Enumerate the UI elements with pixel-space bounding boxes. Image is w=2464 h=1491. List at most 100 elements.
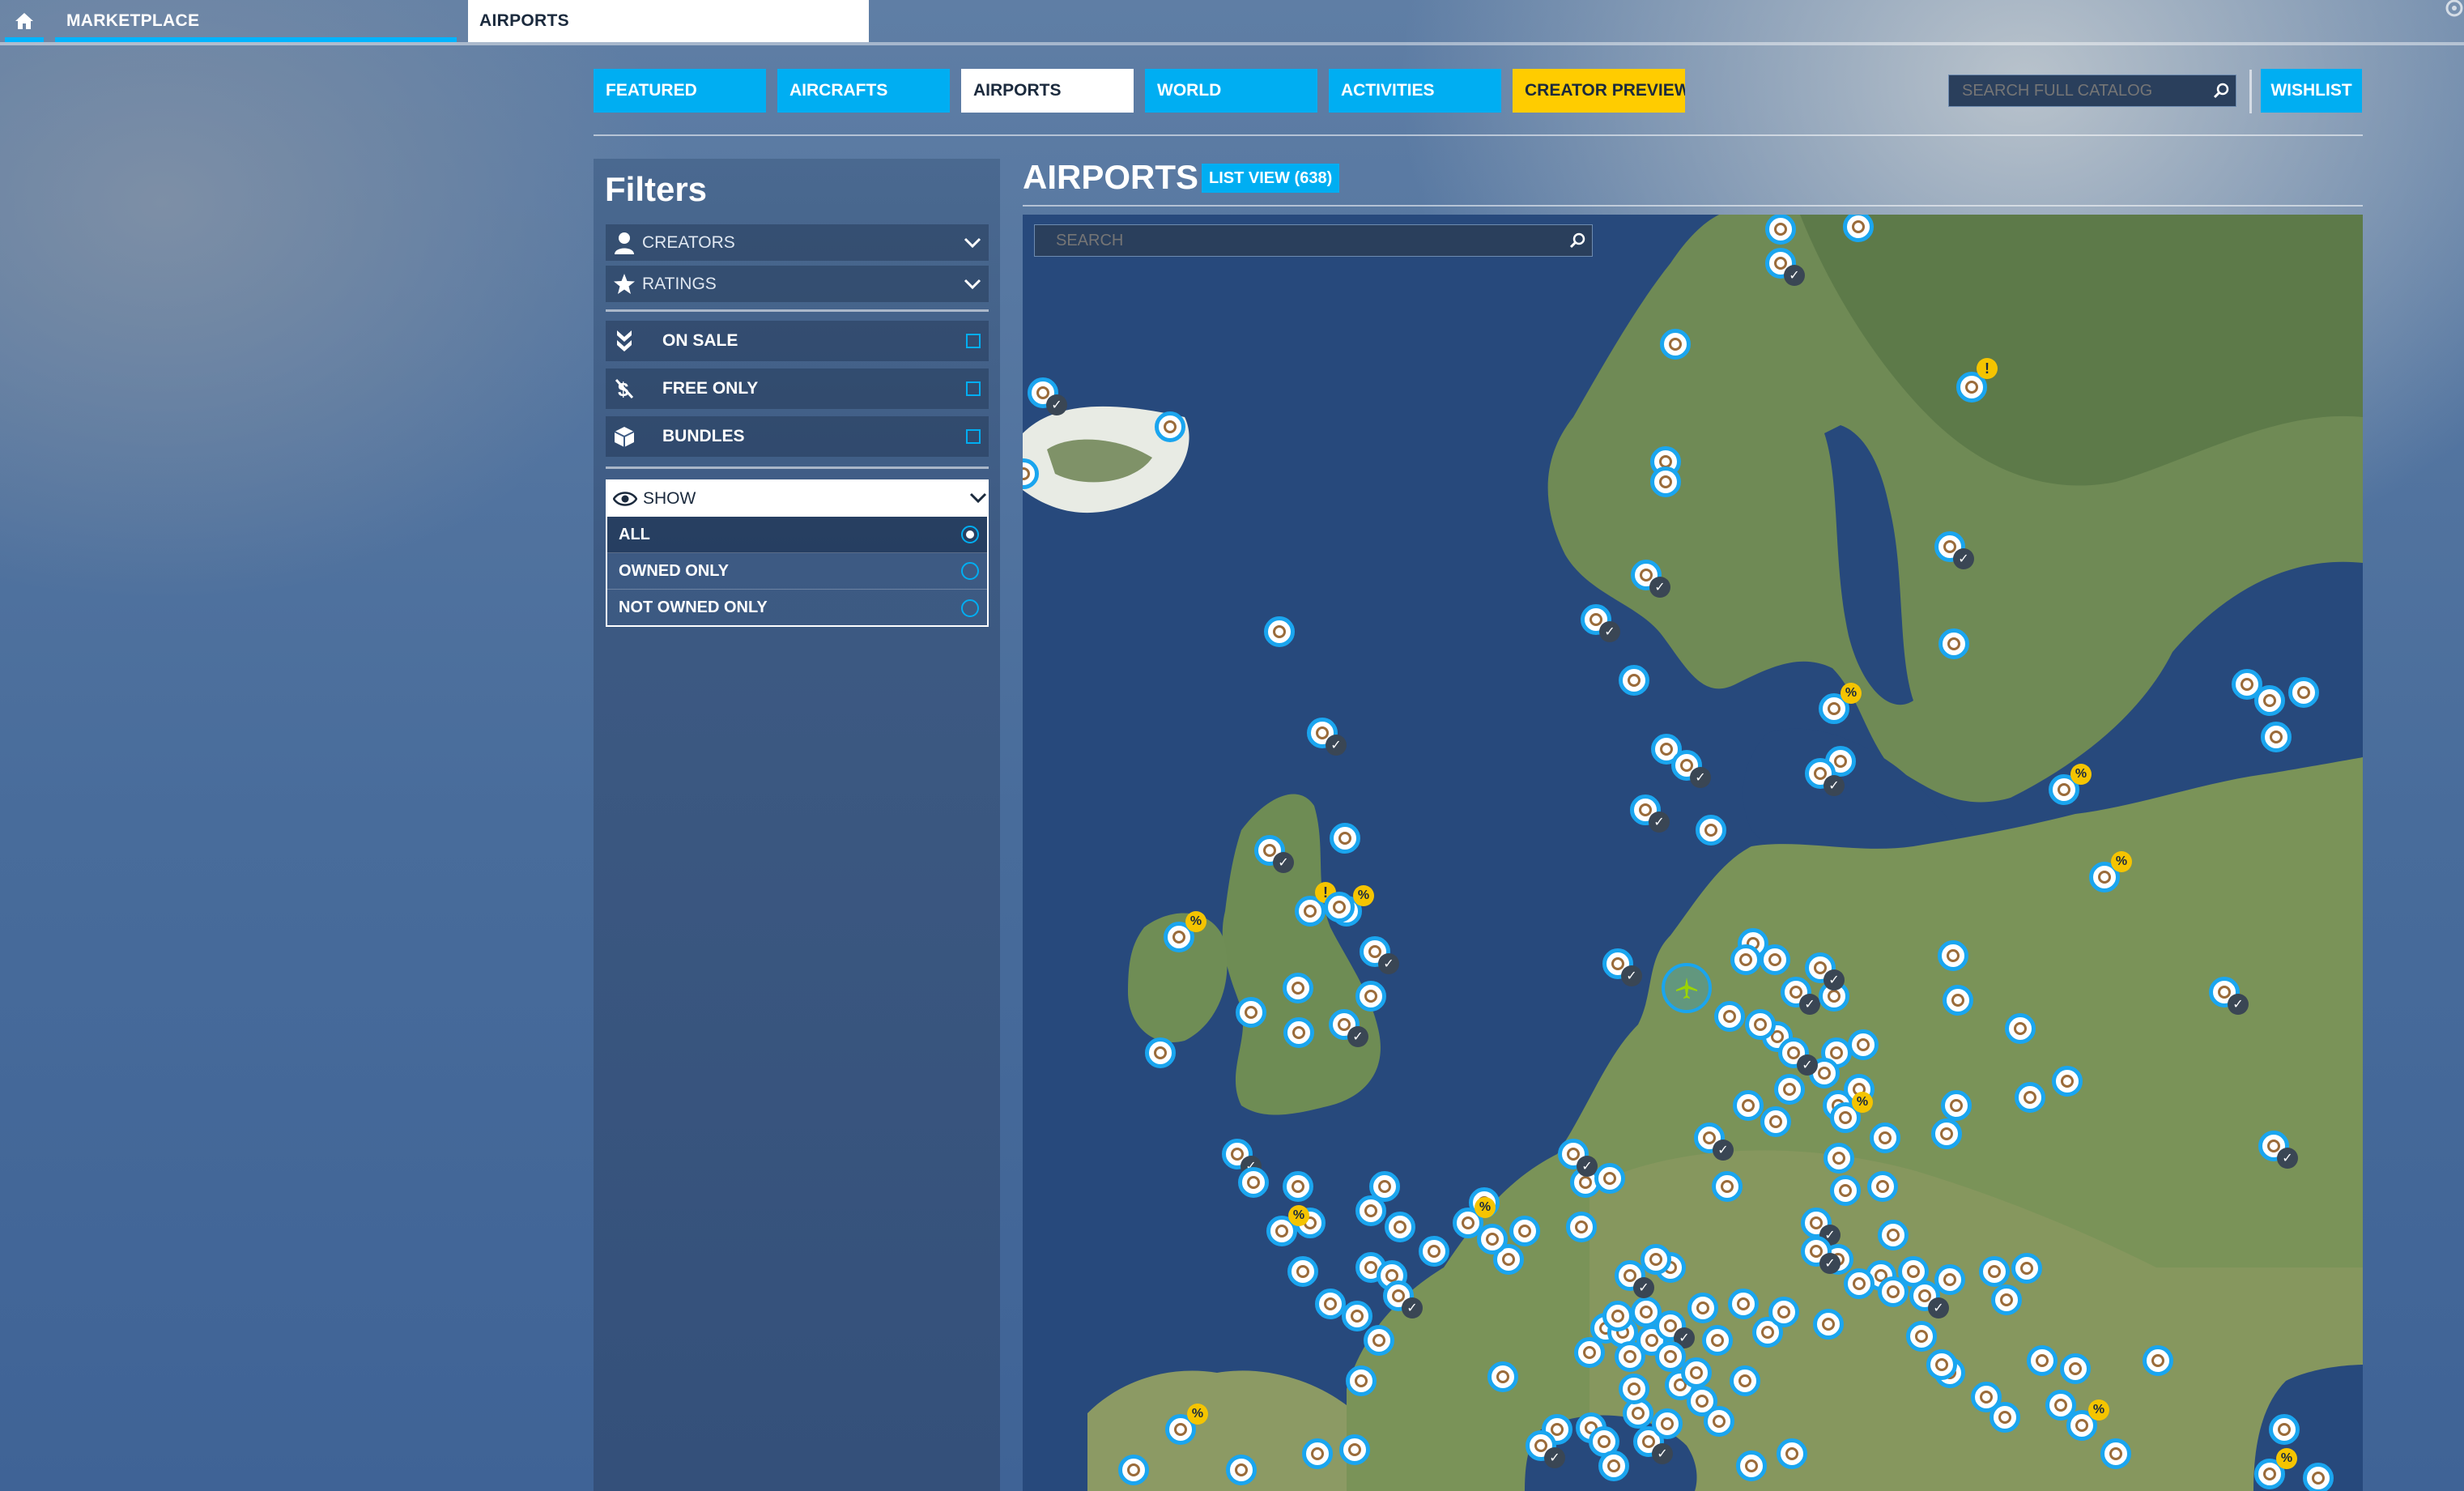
airport-pin[interactable]: ✓ (1781, 977, 1820, 1015)
airport-pin[interactable]: ✓ (1254, 835, 1294, 873)
airport-pin[interactable]: ✓ (1694, 1123, 1734, 1161)
airport-pin[interactable]: % (1164, 911, 1206, 952)
airport-pin[interactable] (1906, 1321, 1937, 1352)
airport-pin[interactable] (1870, 1123, 1900, 1153)
airport-pin[interactable] (2005, 1013, 2036, 1044)
airport-pin[interactable] (2269, 1414, 2300, 1445)
catalog-search-input[interactable] (1949, 80, 2207, 101)
map-search-input[interactable] (1035, 230, 1563, 251)
airport-pin[interactable] (1760, 1106, 1791, 1137)
airport-pin[interactable] (1145, 1037, 1176, 1068)
airport-pin[interactable]: ✓ (1602, 948, 1642, 986)
wishlist-button[interactable]: WISHLIST (2261, 69, 2362, 113)
nav-creator-preview[interactable]: CREATOR PREVIEW (1513, 69, 1685, 113)
airport-pin[interactable] (1704, 1406, 1734, 1437)
airport-pin[interactable] (2060, 1353, 2091, 1384)
free-only-filter[interactable]: $ FREE ONLY (606, 368, 989, 409)
airport-pin[interactable] (2254, 685, 2285, 716)
airport-pin[interactable] (1760, 944, 1790, 975)
airport-pin[interactable] (1878, 1220, 1909, 1250)
airport-pin[interactable] (1774, 1074, 1805, 1105)
airport-pin[interactable]: ✓ (1329, 1009, 1368, 1047)
airport-pin[interactable] (1655, 1341, 1686, 1372)
airports-map[interactable]: ✓!✓✓✓✓✓%%✓%✓✓✓%!%✓✓✓✓✓✓✓✓%✓✓✓✓%%%✓%✓%✓✓✓… (1023, 215, 2363, 1491)
airport-pin[interactable] (1660, 329, 1691, 360)
airport-pin[interactable] (1702, 1325, 1733, 1356)
airport-pin[interactable]: ✓ (1631, 560, 1670, 598)
airport-pin[interactable] (1650, 466, 1681, 497)
airport-pin[interactable] (1238, 1167, 1269, 1198)
airport-pin[interactable] (1777, 1438, 1807, 1469)
airport-pin[interactable] (1287, 1256, 1318, 1287)
airport-pin[interactable] (2143, 1345, 2173, 1376)
airport-pin[interactable] (1509, 1216, 1540, 1246)
airport-pin[interactable] (1641, 1244, 1671, 1275)
airport-pin[interactable] (1768, 1297, 1799, 1327)
airport-pin[interactable] (1696, 815, 1726, 846)
search-icon[interactable] (2207, 76, 2236, 105)
airport-pin[interactable] (1687, 1293, 1718, 1323)
airport-pin[interactable] (1681, 1357, 1712, 1388)
airport-pin[interactable] (1934, 1264, 1965, 1295)
airport-pin[interactable]: ✓ (1028, 377, 1067, 415)
airport-pin[interactable] (1736, 1451, 1767, 1481)
search-icon[interactable] (1563, 226, 1592, 255)
airport-pin[interactable]: % (2049, 764, 2092, 805)
free-only-checkbox[interactable] (966, 381, 981, 396)
airport-pin[interactable] (1315, 1289, 1346, 1319)
airport-pin[interactable] (1355, 1195, 1386, 1226)
airport-pin[interactable] (1844, 1268, 1875, 1299)
airport-pin[interactable] (1385, 1212, 1415, 1242)
list-view-button[interactable]: LIST VIEW (638) (1202, 164, 1340, 193)
airport-pin[interactable]: ! (1956, 358, 1998, 403)
airport-pin[interactable]: ✓ (1801, 1236, 1841, 1274)
airport-pin[interactable]: ✓ (2258, 1131, 2298, 1169)
airport-pin[interactable] (1342, 1301, 1372, 1331)
airport-pin[interactable]: % (2254, 1448, 2297, 1489)
on-sale-checkbox[interactable] (966, 334, 981, 348)
airport-pin[interactable]: ✓ (1805, 758, 1845, 796)
airport-pin[interactable]: ✓ (1558, 1139, 1598, 1177)
airport-pin[interactable] (2027, 1345, 2058, 1376)
airport-pin[interactable] (1824, 1143, 1854, 1174)
airports-breadcrumb-tab[interactable]: AIRPORTS (468, 0, 869, 42)
airport-pin[interactable] (1652, 1408, 1683, 1439)
airport-pin[interactable] (1745, 1009, 1776, 1040)
airport-pin[interactable]: ✓ (1615, 1260, 1654, 1298)
airport-pin[interactable] (2303, 1463, 2334, 1491)
airport-pin[interactable]: % (1819, 683, 1862, 724)
bundles-checkbox[interactable] (966, 429, 981, 444)
airport-pin[interactable] (1283, 973, 1313, 1003)
creators-dropdown[interactable]: CREATORS (606, 224, 989, 261)
airport-pin[interactable]: % (1165, 1404, 1208, 1445)
nav-activities[interactable]: ACTIVITIES (1329, 69, 1501, 113)
airport-pin[interactable]: % (1266, 1205, 1309, 1246)
airport-pin[interactable]: ✓ (2209, 977, 2249, 1015)
airport-pin[interactable]: ! (1295, 882, 1336, 927)
airport-pin[interactable]: % (2089, 851, 2132, 892)
airport-pin[interactable] (1477, 1224, 1508, 1255)
airport-pin[interactable] (1339, 1434, 1370, 1465)
airport-pin[interactable]: ✓ (1526, 1430, 1565, 1468)
airport-pin[interactable] (1487, 1361, 1518, 1392)
airport-pin[interactable] (1364, 1325, 1394, 1356)
settings-icon[interactable] (2432, 0, 2464, 24)
airport-pin[interactable] (1938, 940, 1968, 971)
airport-pin[interactable]: ✓ (1360, 936, 1399, 974)
map-search[interactable] (1034, 224, 1593, 257)
airport-pin[interactable] (1355, 981, 1386, 1012)
catalog-search[interactable] (1948, 75, 2236, 107)
airport-pin[interactable] (1733, 1090, 1764, 1121)
airport-pin[interactable]: ✓ (1778, 1037, 1818, 1076)
airport-pin[interactable]: ✓ (1307, 718, 1347, 756)
airport-pin[interactable] (1813, 1309, 1844, 1340)
airport-pin[interactable] (1226, 1455, 1257, 1485)
airport-pin[interactable] (1712, 1171, 1743, 1202)
airport-pin[interactable] (1867, 1171, 1898, 1202)
airport-pin[interactable] (1283, 1017, 1314, 1048)
nav-world[interactable]: WORLD (1145, 69, 1317, 113)
show-option-not-owned-only[interactable]: NOT OWNED ONLY (607, 590, 987, 626)
airport-pin[interactable] (1931, 1118, 1962, 1149)
radio-button[interactable] (961, 599, 979, 617)
home-button[interactable] (0, 0, 49, 42)
